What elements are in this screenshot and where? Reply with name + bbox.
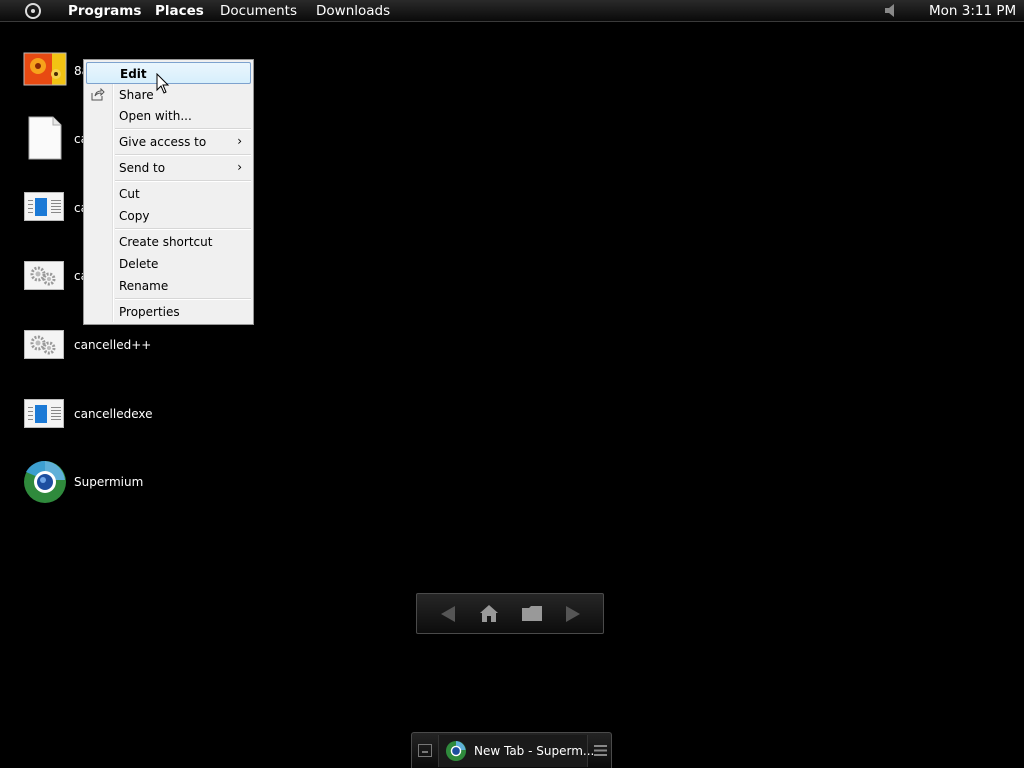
menu-item-give-access[interactable]: Give access to › <box>86 131 251 153</box>
taskbar: New Tab - Superm... <box>411 732 612 768</box>
menu-item-cut[interactable]: Cut <box>86 183 251 205</box>
menu-item-label: Delete <box>119 257 159 271</box>
taskbar-item-label: New Tab - Superm... <box>474 744 595 758</box>
document-icon <box>22 190 68 230</box>
supermium-icon <box>445 740 467 762</box>
menu-item-delete[interactable]: Delete <box>86 253 251 275</box>
desktop-icon-label: Supermium <box>74 475 144 489</box>
menu-item-open-with[interactable]: Open with... <box>86 105 251 127</box>
desktop-icon-document[interactable]: cancelledexe <box>22 397 322 445</box>
folder-icon[interactable] <box>521 605 543 622</box>
menu-item-create-shortcut[interactable]: Create shortcut <box>86 231 251 253</box>
menu-separator <box>115 228 251 230</box>
menu-documents[interactable]: Documents <box>220 3 297 19</box>
share-icon <box>91 88 105 101</box>
top-panel: Programs Places Documents Downloads Mon … <box>0 0 1024 22</box>
chevron-right-icon: › <box>237 160 242 174</box>
menu-item-copy[interactable]: Copy <box>86 205 251 227</box>
menu-item-label: Create shortcut <box>119 235 213 249</box>
start-menu-icon[interactable] <box>25 3 41 19</box>
context-menu: Edit Share Open with... Give access to ›… <box>83 59 254 325</box>
settings-file-icon <box>22 328 68 368</box>
desktop-icon-label: cancelledexe <box>74 407 153 421</box>
blank-file-icon <box>28 116 62 160</box>
menu-item-label: Open with... <box>119 109 192 123</box>
menu-item-rename[interactable]: Rename <box>86 275 251 297</box>
menu-separator <box>115 298 251 300</box>
desktop-icon-settings[interactable]: cancelled++ <box>22 328 322 376</box>
volume-icon[interactable] <box>885 4 897 17</box>
menu-downloads[interactable]: Downloads <box>316 3 390 19</box>
mouse-cursor-icon <box>156 73 170 94</box>
desktop-icon-label: cancelled++ <box>74 338 152 352</box>
menu-places[interactable]: Places <box>155 3 204 19</box>
menu-separator <box>115 180 251 182</box>
show-desktop-icon[interactable] <box>418 744 432 757</box>
desktop-icon-browser[interactable]: Supermium <box>22 460 322 508</box>
clock[interactable]: Mon 3:11 PM <box>929 3 1016 19</box>
taskbar-item-browser[interactable]: New Tab - Superm... <box>438 735 594 767</box>
back-arrow-icon[interactable] <box>439 605 457 623</box>
document-icon <box>22 397 68 437</box>
menu-item-label: Cut <box>119 187 140 201</box>
chevron-right-icon: › <box>237 134 242 148</box>
menu-separator <box>115 154 251 156</box>
menu-item-label: Give access to <box>119 135 207 149</box>
menu-item-properties[interactable]: Properties <box>86 301 251 323</box>
settings-file-icon <box>22 259 68 299</box>
menu-item-send-to[interactable]: Send to › <box>86 157 251 179</box>
menu-item-label: Send to <box>119 161 166 175</box>
menu-item-label: Edit <box>120 67 147 81</box>
image-file-icon <box>23 52 67 86</box>
menu-item-label: Share <box>119 88 154 102</box>
menu-programs[interactable]: Programs <box>68 3 141 19</box>
menu-icon[interactable] <box>594 745 607 756</box>
supermium-icon <box>24 460 66 503</box>
menu-item-label: Rename <box>119 279 169 293</box>
navigation-bar <box>416 593 604 634</box>
forward-arrow-icon[interactable] <box>564 605 582 623</box>
menu-separator <box>115 128 251 130</box>
menu-item-label: Properties <box>119 305 180 319</box>
menu-item-label: Copy <box>119 209 150 223</box>
home-icon[interactable] <box>479 604 499 623</box>
